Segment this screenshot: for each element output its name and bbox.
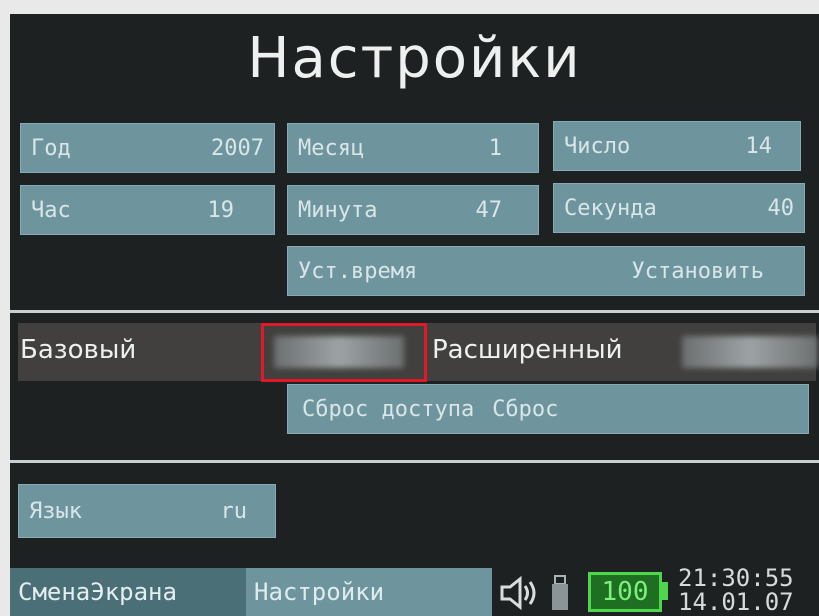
- day-field[interactable]: Число 14: [553, 121, 801, 171]
- language-field[interactable]: Язык ru: [18, 484, 276, 538]
- divider: [10, 310, 819, 313]
- hour-value: 19: [207, 197, 235, 223]
- access-reset-label: Сброс доступа: [302, 396, 475, 422]
- clock: 21:30:55 14.01.07: [678, 566, 794, 614]
- access-reset-button[interactable]: Сброс: [492, 397, 558, 422]
- month-field[interactable]: Месяц 1: [287, 123, 539, 173]
- tab-switch-screen[interactable]: СменаЭкрана: [10, 568, 246, 616]
- set-time-button[interactable]: Установить: [632, 259, 764, 284]
- clock-time: 21:30:55: [678, 564, 794, 592]
- highlight-box: [261, 323, 427, 382]
- settings-screen: Настройки Год 2007 Месяц 1 Число 14 Час …: [10, 14, 819, 616]
- second-field[interactable]: Секунда 40: [553, 183, 805, 233]
- second-label: Секунда: [564, 195, 657, 221]
- minute-field[interactable]: Минута 47: [287, 185, 539, 235]
- day-value: 14: [745, 133, 773, 159]
- month-label: Месяц: [298, 135, 365, 161]
- advanced-access-label: Расширенный: [432, 335, 623, 365]
- access-reset-field[interactable]: Сброс доступа Сброс: [287, 384, 809, 434]
- tab-settings[interactable]: Настройки: [246, 568, 492, 616]
- divider: [10, 460, 819, 463]
- advanced-password-input[interactable]: [682, 336, 818, 368]
- year-label: Год: [31, 135, 71, 161]
- hour-label: Час: [31, 197, 71, 223]
- battery-tip: [662, 582, 668, 600]
- speaker-icon: [500, 576, 536, 610]
- page-title: Настройки: [247, 26, 582, 91]
- clock-date: 14.01.07: [678, 588, 794, 616]
- language-label: Язык: [29, 498, 82, 524]
- status-bar: СменаЭкрана Настройки 100 21:30:55 14.01…: [10, 566, 819, 616]
- battery-icon: 100: [588, 572, 662, 612]
- set-time-field[interactable]: Уст.время Установить: [287, 246, 805, 296]
- usb-icon: [552, 575, 568, 610]
- basic-access-label: Базовый: [20, 335, 137, 365]
- year-value: 2007: [211, 135, 264, 161]
- battery-level: 100: [601, 577, 649, 607]
- minute-label: Минута: [298, 197, 378, 223]
- month-value: 1: [488, 135, 502, 161]
- language-value: ru: [220, 498, 248, 524]
- set-time-label: Уст.время: [298, 258, 418, 284]
- second-value: 40: [767, 195, 795, 221]
- hour-field[interactable]: Час 19: [20, 185, 275, 235]
- minute-value: 47: [475, 197, 503, 223]
- year-field[interactable]: Год 2007: [20, 123, 275, 173]
- day-label: Число: [564, 133, 631, 159]
